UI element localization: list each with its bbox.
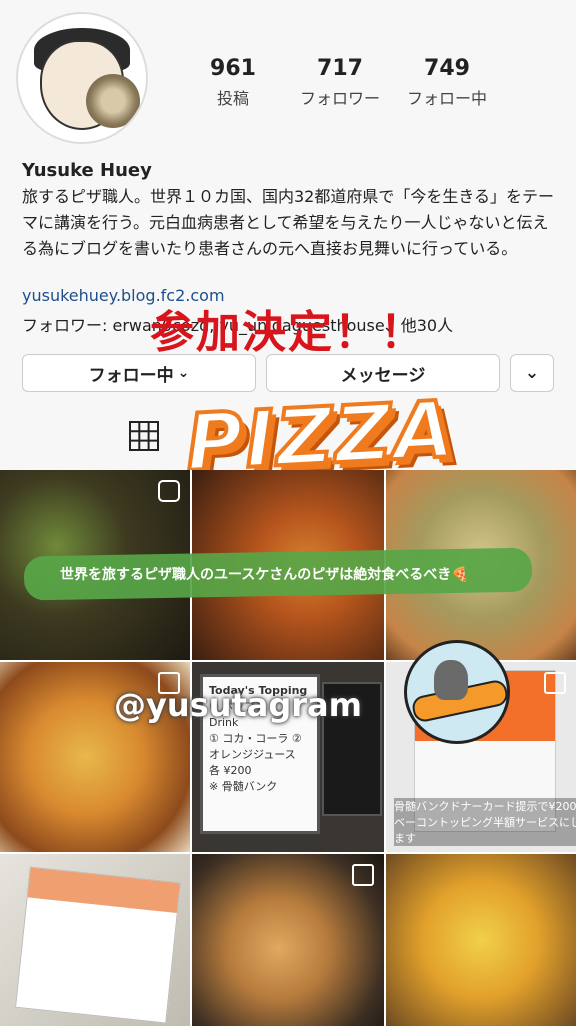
stat-posts-label: 投稿 (216, 89, 249, 108)
handle-overlay: @yusutagram (114, 686, 362, 724)
stat-following[interactable]: 749 フォロー中 (394, 56, 500, 109)
stat-following-count: 749 (424, 56, 470, 81)
rat-icon (434, 660, 468, 700)
chevron-down-icon: ⌄ (524, 363, 540, 383)
post-thumbnail[interactable] (192, 854, 384, 1026)
message-button-label: メッセージ (340, 365, 426, 386)
document-photo (14, 866, 182, 1024)
following-button[interactable]: フォロー中 ⌄ (22, 354, 256, 392)
carousel-icon (544, 672, 566, 694)
board-line: 各 ¥200 (209, 764, 252, 777)
profile-stats: 961 投稿 717 フォロワー 749 フォロー中 (180, 56, 500, 109)
suggested-dropdown-button[interactable]: ⌄ (510, 354, 554, 392)
chevron-down-icon: ⌄ (177, 365, 190, 381)
stat-posts-count: 961 (210, 56, 256, 81)
message-button[interactable]: メッセージ (266, 354, 500, 392)
stat-following-label: フォロー中 (406, 89, 487, 108)
board-line: ※ 骨髄バンク (209, 780, 278, 793)
document-header (27, 867, 180, 914)
board-line: ① コカ・コーラ ② オレンジジュース (209, 732, 302, 761)
carousel-icon (352, 864, 374, 886)
profile-name: Yusuke Huey (22, 160, 152, 181)
video-icon (158, 480, 180, 502)
banner-text: 世界を旅するピザ職人のユースケさんのピザは絶対食べるべき🍕 (60, 567, 469, 583)
post-thumbnail[interactable] (0, 854, 190, 1026)
following-button-label: フォロー中 (88, 365, 174, 386)
decided-overlay-text: 参加決定！！ (150, 307, 426, 358)
post-caption: 骨髄バンクドナーカード提示で¥200ベーコントッピング半額サービスにします (394, 798, 576, 846)
stat-posts[interactable]: 961 投稿 (180, 56, 286, 109)
stat-followers[interactable]: 717 フォロワー (287, 56, 393, 109)
profile-avatar[interactable] (16, 12, 148, 144)
avatar-pizza (86, 74, 140, 128)
stat-followers-label: フォロワー (299, 89, 380, 108)
stat-followers-count: 717 (317, 56, 363, 81)
post-thumbnail[interactable] (386, 854, 576, 1026)
grid-icon[interactable] (128, 420, 160, 452)
profile-bio: 旅するピザ職人。世界１０カ国、国内32都道府県で「今を生きる」をテーマに講演を行… (22, 187, 555, 258)
